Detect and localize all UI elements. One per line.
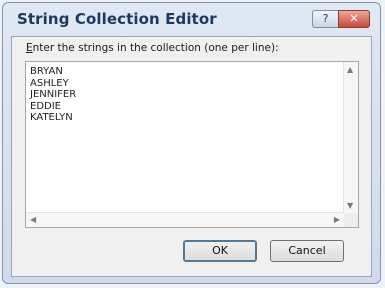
scroll-right-icon[interactable]: ▶ [334,215,340,224]
scroll-left-icon[interactable]: ◀ [30,215,36,224]
close-button[interactable]: ✕ [338,10,370,28]
strings-textarea[interactable]: BRYAN ASHLEY JENNIFER EDDIE KATELYN ▲ ▼ … [25,61,359,228]
string-line: JENNIFER [30,89,77,100]
string-line: BRYAN [30,66,63,77]
strings-list: BRYAN ASHLEY JENNIFER EDDIE KATELYN [30,66,76,124]
scroll-up-icon[interactable]: ▲ [347,65,353,74]
help-button[interactable]: ? [312,10,338,28]
title-bar-buttons: ? ✕ [312,10,370,28]
scroll-down-icon[interactable]: ▼ [347,201,353,210]
instruction-accelerator: E [26,42,33,54]
dialog-body: Enter the strings in the collection (one… [11,36,372,277]
instruction-text: nter the strings in the collection (one … [32,42,279,54]
string-line: KATELYN [30,112,73,123]
vertical-scrollbar[interactable]: ▲ ▼ [343,62,358,213]
string-collection-editor-dialog: String Collection Editor ? ✕ Enter the s… [2,2,381,284]
string-line: ASHLEY [30,77,69,89]
question-mark-icon: ? [322,12,329,25]
close-icon: ✕ [349,12,359,25]
string-line: EDDIE [30,100,61,112]
horizontal-scrollbar[interactable]: ◀ ▶ [26,212,344,227]
instruction-label: Enter the strings in the collection (one… [26,42,279,54]
cancel-button[interactable]: Cancel [270,240,344,262]
dialog-title: String Collection Editor [17,10,217,28]
scrollbar-corner [344,213,358,227]
ok-button[interactable]: OK [183,240,257,262]
